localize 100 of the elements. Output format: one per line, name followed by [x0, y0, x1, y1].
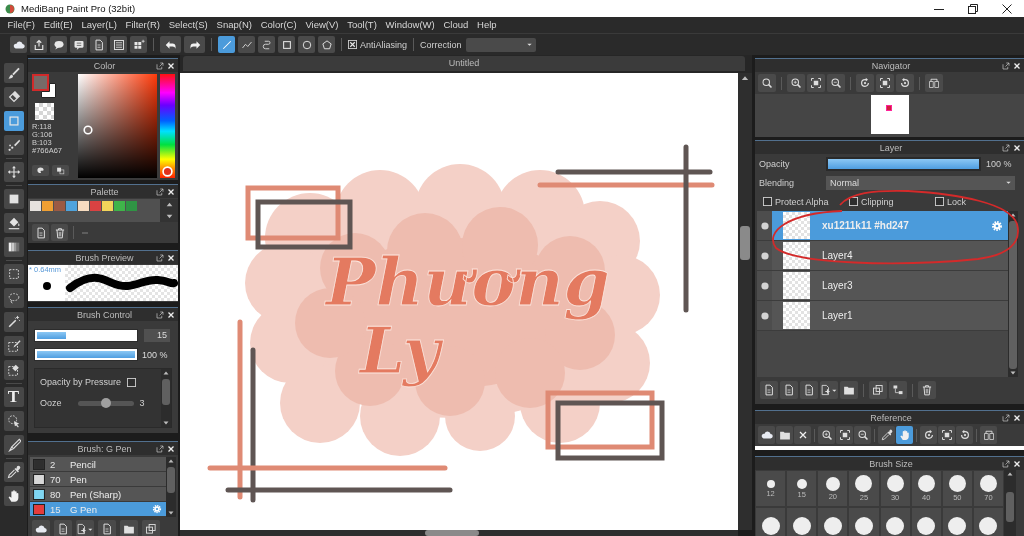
hue-marker-icon[interactable] [162, 166, 173, 177]
close-icon[interactable] [1013, 61, 1021, 70]
brush-size-button[interactable] [879, 507, 911, 536]
layer-tool-button[interactable] [889, 381, 907, 399]
popout-icon[interactable] [156, 253, 164, 262]
color-button[interactable] [32, 165, 49, 176]
scroll-thumb[interactable] [1009, 220, 1017, 370]
brush-tool-button[interactable] [120, 520, 138, 536]
popout-icon[interactable] [1002, 61, 1010, 70]
tool-button[interactable] [3, 486, 24, 506]
layer-tool-button[interactable] [869, 381, 887, 399]
vertical-scrollbar[interactable] [738, 73, 752, 530]
reference-button[interactable] [920, 426, 937, 444]
scroll-thumb[interactable] [425, 530, 479, 536]
brush-tool-button[interactable] [32, 520, 50, 536]
reference-button[interactable] [758, 426, 775, 444]
toolbar-button[interactable] [184, 36, 205, 53]
visibility-dot-icon[interactable] [760, 251, 769, 260]
color-picker-field[interactable] [78, 74, 157, 178]
navigator-button[interactable] [856, 74, 874, 92]
layer-tool-button[interactable] [918, 381, 936, 399]
popout-icon[interactable] [1002, 413, 1010, 422]
close-icon[interactable] [167, 253, 175, 262]
toolbar-button[interactable] [10, 36, 27, 53]
popout-icon[interactable] [1002, 143, 1010, 152]
tool-button[interactable] [3, 213, 24, 233]
toolbar-button[interactable] [30, 36, 47, 53]
toolbar-button[interactable] [160, 36, 181, 53]
scroll-thumb[interactable] [167, 467, 175, 493]
tool-button[interactable] [3, 87, 24, 107]
popout-icon[interactable] [156, 61, 164, 70]
brush-row[interactable]: 2 Pencil [30, 457, 166, 472]
menu-item[interactable]: View(V) [301, 17, 343, 33]
brush-row[interactable]: 80 Pen (Sharp) [30, 487, 166, 502]
menu-item[interactable]: Edit(E) [39, 17, 78, 33]
transparent-swatch[interactable] [35, 103, 54, 120]
close-icon[interactable] [1013, 143, 1021, 152]
layer-tool-button[interactable] [760, 381, 778, 399]
brush-size-button[interactable] [910, 507, 942, 536]
checkbox[interactable] [348, 40, 357, 49]
toolbar-button[interactable] [298, 36, 315, 53]
tool-button[interactable] [3, 264, 24, 284]
canvas-thumbnail[interactable] [870, 95, 909, 134]
reference-button[interactable] [956, 426, 973, 444]
palette-swatch-icon[interactable] [114, 201, 125, 211]
toolbar-button[interactable] [238, 36, 255, 53]
palette-scrollbar[interactable] [160, 199, 178, 222]
menu-item[interactable]: Help [472, 17, 502, 33]
reference-button[interactable] [836, 426, 853, 444]
popout-icon[interactable] [156, 310, 164, 319]
popout-icon[interactable] [156, 187, 164, 196]
reference-button[interactable] [818, 426, 835, 444]
document-tab[interactable]: Untitled [183, 56, 745, 71]
brush-size-button[interactable] [848, 507, 880, 536]
menu-item[interactable]: Layer(L) [77, 17, 122, 33]
palette-swatch-icon[interactable] [126, 201, 137, 211]
navigator-button[interactable] [925, 74, 943, 92]
scroll-thumb[interactable] [162, 379, 170, 405]
toolbar-button[interactable] [278, 36, 295, 53]
scrollbar[interactable] [166, 457, 176, 517]
color-swatch[interactable] [41, 83, 56, 98]
layer-row[interactable]: Layer3 [757, 271, 1008, 301]
gear-icon[interactable] [152, 504, 162, 514]
brush-tool-button[interactable] [54, 520, 72, 536]
close-icon[interactable] [167, 61, 175, 70]
close-icon[interactable] [167, 310, 175, 319]
brush-tool-button[interactable] [98, 520, 116, 536]
tool-button[interactable] [3, 435, 24, 455]
menu-item[interactable]: Window(W) [381, 17, 440, 33]
navigator-button[interactable] [896, 74, 914, 92]
brush-size-input[interactable]: 15 [144, 329, 170, 342]
blending-dropdown[interactable]: Normal [826, 175, 1015, 190]
toolbar-button[interactable] [70, 36, 87, 53]
palette-swatch-icon[interactable] [90, 201, 101, 211]
scrollbar[interactable] [161, 369, 171, 427]
scroll-thumb[interactable] [740, 226, 750, 260]
brush-size-slider[interactable] [34, 329, 138, 342]
tool-button[interactable] [3, 237, 24, 257]
menu-item[interactable]: Tool(T) [342, 17, 382, 33]
scrollbar[interactable] [1004, 470, 1016, 536]
viewport-marker[interactable] [885, 105, 892, 111]
palette-swatch-icon[interactable] [30, 201, 41, 211]
close-icon[interactable] [1013, 459, 1021, 468]
layer-tool-button[interactable] [780, 381, 798, 399]
navigator-button[interactable] [787, 74, 805, 92]
palette-button[interactable] [51, 224, 68, 241]
visibility-dot-icon[interactable] [760, 221, 769, 230]
picker-ring-icon[interactable] [83, 125, 93, 135]
hue-bar[interactable] [160, 74, 175, 178]
tool-button[interactable] [3, 336, 24, 356]
tool-button[interactable] [3, 162, 24, 182]
brush-tool-button[interactable] [142, 520, 160, 536]
color-swatch[interactable] [32, 74, 49, 91]
ooze-slider[interactable] [77, 400, 134, 406]
reference-button[interactable] [878, 426, 895, 444]
reference-button[interactable] [938, 426, 955, 444]
brush-size-button[interactable] [786, 507, 818, 536]
reference-button[interactable] [980, 426, 997, 444]
toolbar-button[interactable] [258, 36, 275, 53]
close-icon[interactable] [167, 187, 175, 196]
